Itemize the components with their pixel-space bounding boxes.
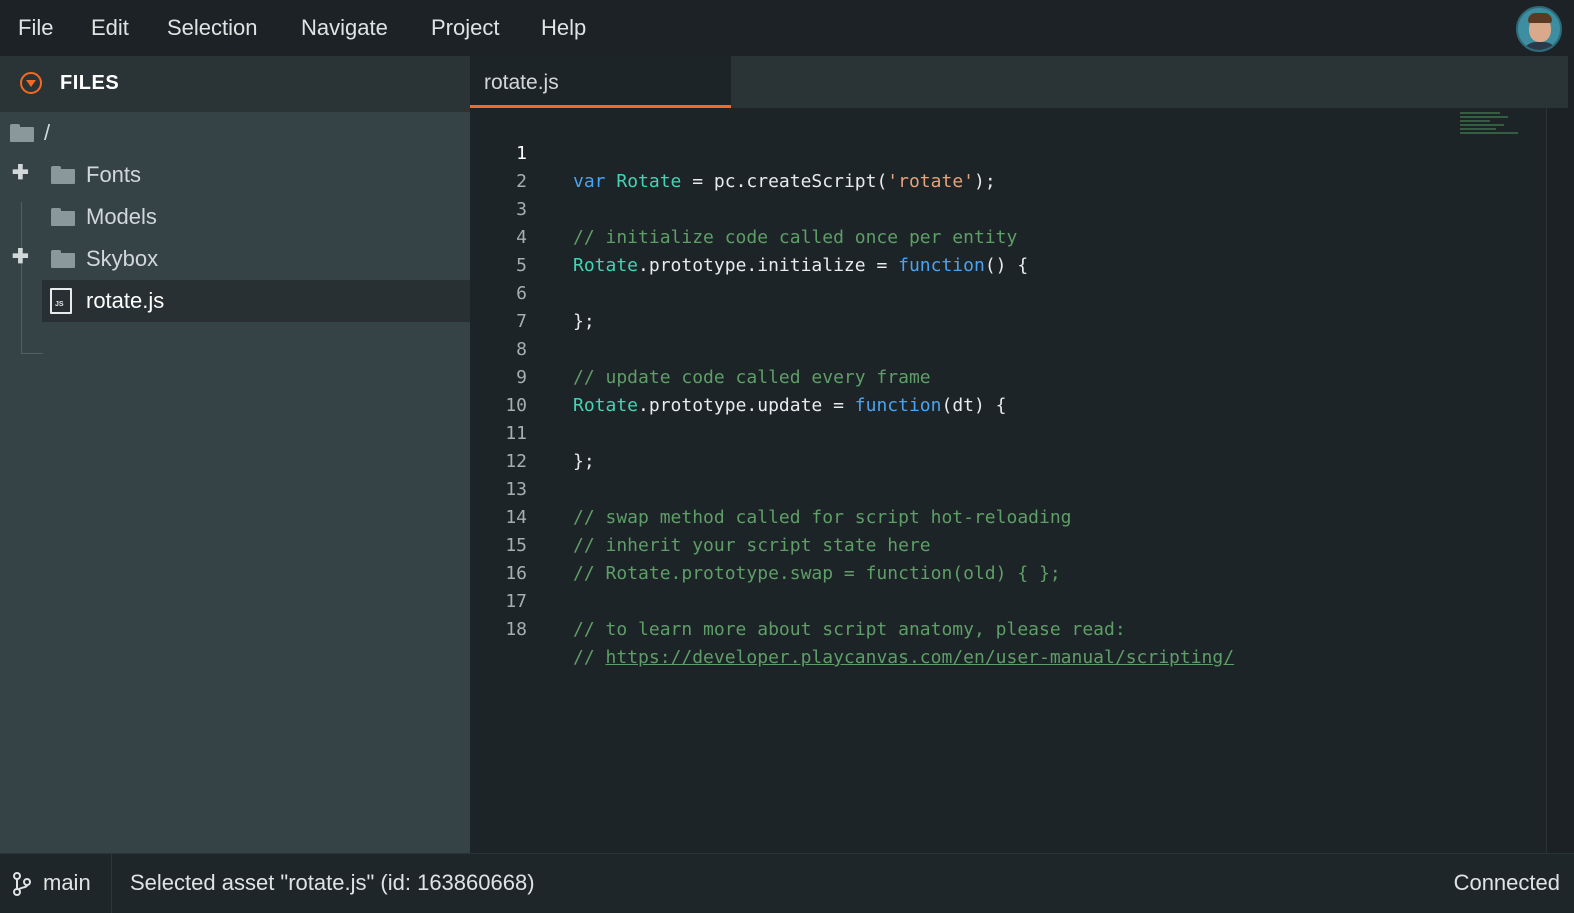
folder-icon (10, 124, 34, 142)
files-panel-title: FILES (60, 72, 120, 94)
doc-link[interactable]: https://developer.playcanvas.com/en/user… (606, 647, 1235, 668)
menu-help[interactable]: Help (541, 14, 586, 42)
code-line: 6 }; (470, 252, 1546, 332)
code-line: 16 (470, 532, 1546, 584)
code-line: 5 (470, 224, 1546, 276)
minimap-line (1460, 128, 1496, 130)
tree-item-rotate-js[interactable]: JS rotate.js (42, 280, 470, 322)
code-comment: // https://developer.playcanvas.com/en/u… (573, 644, 1234, 672)
code-line: 7 (470, 280, 1546, 332)
status-divider (111, 854, 112, 913)
tab-label: rotate.js (484, 71, 559, 94)
code-line: 1 var Rotate = pc.createScript('rotate')… (470, 112, 1546, 192)
editor-scrollbar[interactable] (1546, 108, 1569, 853)
code-comment: // to learn more about script anatomy, p… (573, 619, 1126, 640)
tree-item-label: / (44, 120, 51, 145)
code-line: 3 // initialize code called once per ent… (470, 168, 1546, 248)
code-line: 9 Rotate.prototype.update = function(dt)… (470, 336, 1546, 416)
tree-item-models[interactable]: Models (0, 196, 470, 238)
user-avatar[interactable] (1516, 6, 1562, 52)
tree-guide-line (21, 353, 43, 354)
editor-tab-bar: rotate.js (470, 56, 1574, 108)
code-line: 12 (470, 420, 1546, 472)
connection-status: Connected (1453, 870, 1560, 895)
file-badge: JS (55, 301, 64, 308)
code-line: 17 // to learn more about script anatomy… (470, 560, 1546, 640)
tree-item-fonts[interactable]: ✚ Fonts (0, 154, 470, 196)
code-minimap[interactable] (1460, 112, 1530, 152)
tree-item-label: Skybox (86, 246, 159, 271)
minimap-line (1460, 112, 1500, 114)
folder-icon (51, 250, 75, 268)
window-edge (1568, 56, 1574, 853)
code-token: // (573, 647, 606, 668)
code-line: 15 // Rotate.prototype.swap = function(o… (470, 504, 1546, 584)
tree-item-label: rotate.js (86, 288, 165, 313)
tree-item-label: Fonts (86, 162, 142, 187)
collapse-panel-icon[interactable] (20, 72, 42, 94)
code-line: 2 (470, 140, 1546, 192)
menu-edit[interactable]: Edit (91, 14, 129, 42)
git-branch-icon (13, 872, 31, 896)
files-panel: FILES / ✚ Fonts Models ✚ Skybox JS rotat… (0, 56, 470, 853)
avatar-hair (1528, 13, 1552, 23)
avatar-shirt (1522, 42, 1558, 50)
line-number: 18 (505, 619, 527, 640)
tree-item-skybox[interactable]: ✚ Skybox (0, 238, 470, 280)
tab-rotate-js[interactable]: rotate.js (470, 56, 731, 108)
menu-file[interactable]: File (18, 14, 53, 42)
minimap-line (1460, 132, 1518, 134)
menu-bar: File Edit Selection Navigate Project Hel… (0, 0, 1574, 56)
files-panel-header: FILES (0, 56, 470, 112)
minimap-line (1460, 120, 1490, 122)
branch-name[interactable]: main (43, 870, 91, 896)
folder-icon (51, 208, 75, 226)
minimap-line (1460, 124, 1504, 126)
expand-plus-icon[interactable]: ✚ (12, 163, 29, 183)
code-line: 18 // https://developer.playcanvas.com/e… (470, 588, 1546, 668)
tree-item-root[interactable]: / (0, 112, 470, 154)
menu-navigate[interactable]: Navigate (301, 14, 388, 42)
status-message: Selected asset "rotate.js" (id: 16386066… (130, 870, 535, 895)
expand-plus-icon[interactable]: ✚ (12, 247, 29, 267)
code-line: 4 Rotate.prototype.initialize = function… (470, 196, 1546, 276)
status-bar: main Selected asset "rotate.js" (id: 163… (0, 853, 1574, 913)
code-line: 8 // update code called every frame (470, 308, 1546, 388)
menu-project[interactable]: Project (431, 14, 499, 42)
code-editor[interactable]: 1 var Rotate = pc.createScript('rotate')… (470, 108, 1546, 853)
code-line: 10 (470, 364, 1546, 416)
code-line: 13 // swap method called for script hot-… (470, 448, 1546, 528)
minimap-line (1460, 116, 1508, 118)
code-line: 14 // inherit your script state here (470, 476, 1546, 556)
code-line: 11 }; (470, 392, 1546, 472)
tree-item-label: Models (86, 204, 157, 229)
folder-icon (51, 166, 75, 184)
js-file-icon: JS (50, 288, 72, 314)
menu-selection[interactable]: Selection (167, 14, 258, 42)
